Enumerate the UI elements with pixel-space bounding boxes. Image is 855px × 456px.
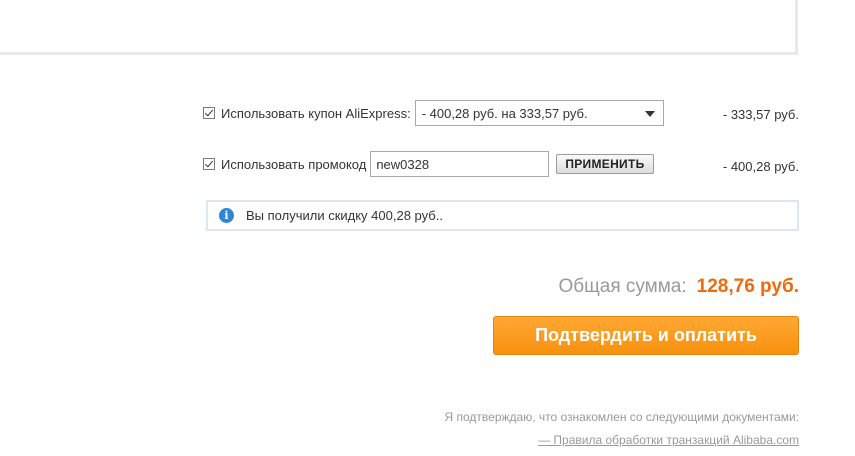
checkout-summary: Использовать купон AliExpress: - 400,28 …	[0, 0, 855, 456]
promo-amount: - 400,28 руб.	[722, 159, 799, 174]
promo-code-input[interactable]: new0328	[370, 151, 550, 177]
coupon-amount: - 333,57 руб.	[722, 107, 799, 122]
coupon-checkbox[interactable]	[203, 107, 215, 119]
coupon-select-value: - 400,28 руб. на 333,57 руб.	[421, 105, 588, 121]
transaction-rules-link[interactable]: — Правила обработки транзакций Alibaba.c…	[538, 433, 799, 447]
total-label: Общая сумма:	[558, 276, 687, 297]
info-icon: i	[219, 208, 234, 223]
coupon-row: Использовать купон AliExpress: - 400,28 …	[203, 100, 664, 126]
order-card	[0, 0, 798, 55]
coupon-select[interactable]: - 400,28 руб. на 333,57 руб.	[414, 100, 664, 126]
promo-label: Использовать промокод	[221, 156, 367, 172]
discount-message: Вы получили скидку 400,28 руб..	[246, 208, 443, 223]
total-sum: Общая сумма: 128,76 руб.	[558, 276, 799, 298]
terms-disclaimer: Я подтверждаю, что ознакомлен со следующ…	[444, 410, 800, 424]
promo-row: Использовать промокод new0328 ПРИМЕНИТЬ	[203, 151, 654, 177]
chevron-down-icon	[644, 111, 655, 117]
confirm-and-pay-button[interactable]: Подтвердить и оплатить	[493, 316, 799, 355]
promo-code-value: new0328	[376, 156, 430, 172]
coupon-label: Использовать купон AliExpress:	[221, 105, 411, 121]
apply-promo-button[interactable]: ПРИМЕНИТЬ	[556, 154, 654, 174]
promo-checkbox[interactable]	[203, 158, 215, 170]
total-value: 128,76 руб.	[696, 276, 799, 297]
discount-info-box: i Вы получили скидку 400,28 руб..	[206, 200, 799, 231]
